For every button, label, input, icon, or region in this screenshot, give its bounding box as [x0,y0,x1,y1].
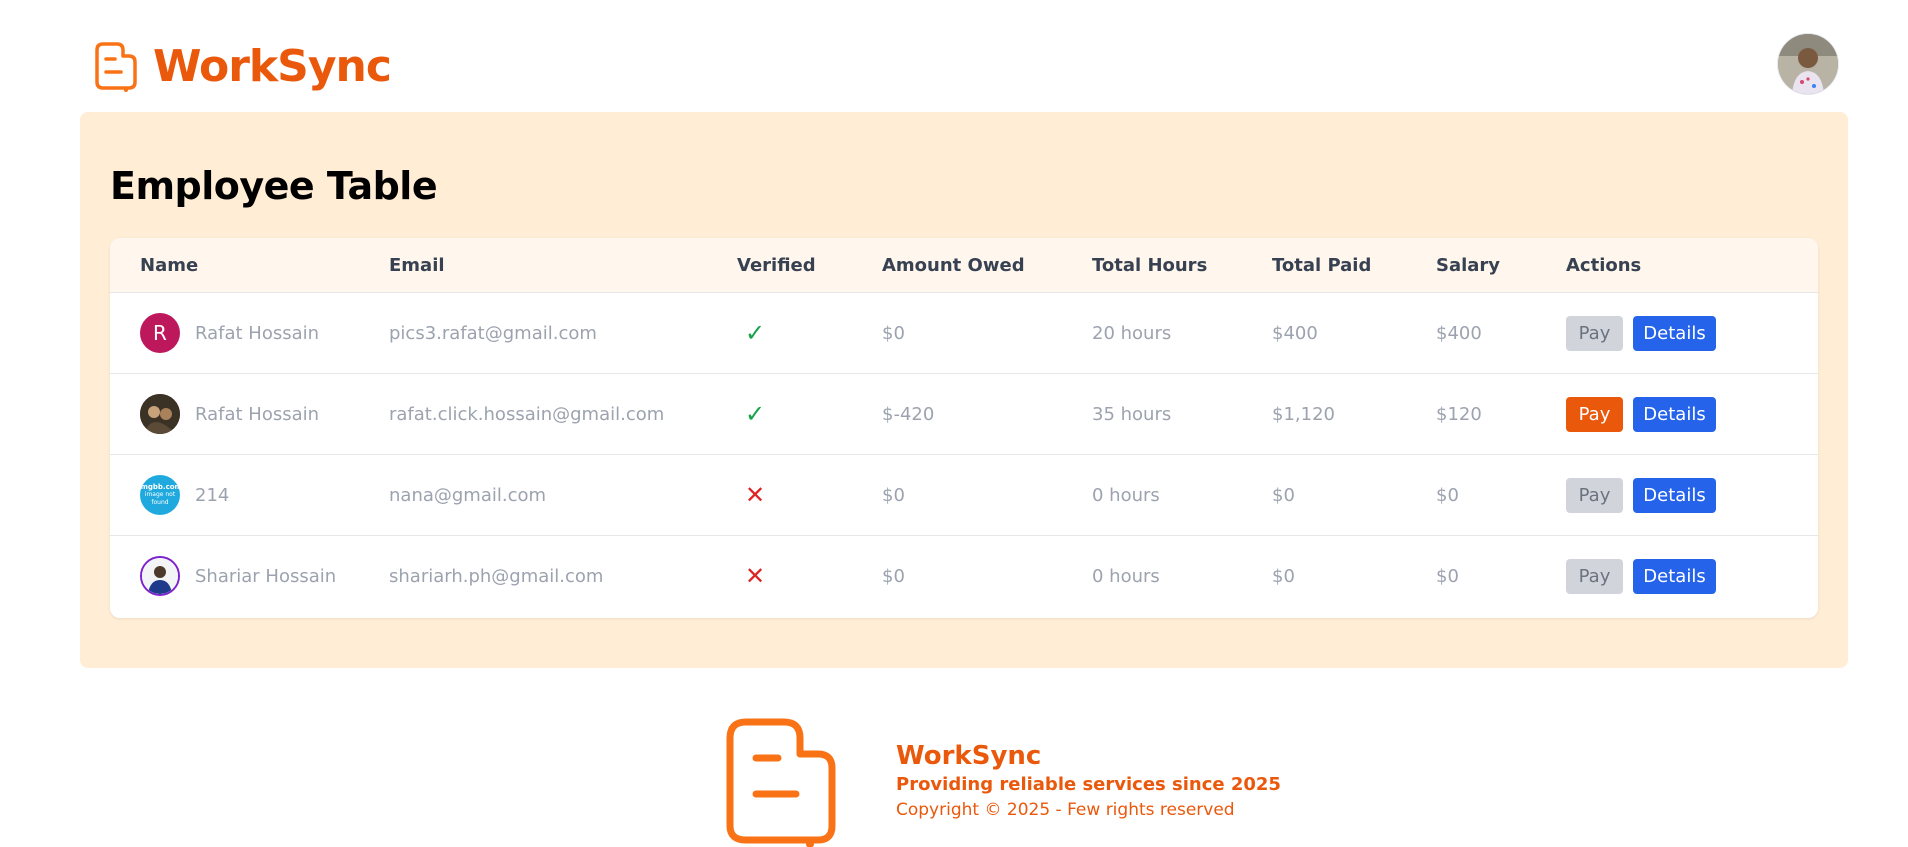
column-header-email: Email [389,254,445,276]
salary-cell: $120 [1436,403,1482,425]
salary-cell: $0 [1436,484,1459,506]
table-row: imgbb.com image not found 214 nana@gmail… [110,454,1818,535]
amount-owed-cell: $0 [882,322,905,344]
total-hours-cell: 20 hours [1092,322,1172,344]
employee-name: Rafat Hossain [195,322,320,344]
actions-cell: Pay Details [1566,315,1818,351]
pay-button[interactable]: Pay [1566,558,1623,594]
table-header-row: Name Email Verified Amount Owed Total Ho… [110,238,1818,292]
email-cell: shariarh.ph@gmail.com [389,565,604,587]
email-cell: rafat.click.hossain@gmail.com [389,403,665,425]
page-title: Employee Table [110,164,438,208]
column-header-amount-owed: Amount Owed [882,254,1025,276]
avatar [140,394,180,434]
unverified-cross-icon: ✕ [745,562,766,590]
footer-brand-name: WorkSync [896,741,1042,771]
employee-table: Name Email Verified Amount Owed Total Ho… [110,238,1818,618]
email-cell: pics3.rafat@gmail.com [389,322,597,344]
brand-name: WorkSync [153,41,392,92]
total-hours-cell: 0 hours [1092,484,1160,506]
column-header-total-paid: Total Paid [1272,254,1372,276]
pay-button[interactable]: Pay [1566,477,1623,513]
column-header-actions: Actions [1566,254,1642,276]
salary-cell: $0 [1436,565,1459,587]
name-cell: Shariar Hossain [110,556,389,596]
column-header-name: Name [140,254,199,276]
employee-name: Rafat Hossain [195,403,320,425]
employee-photo-icon [140,394,180,434]
footer: WorkSync Providing reliable services sin… [0,700,1908,847]
total-hours-cell: 35 hours [1092,403,1172,425]
employee-name: Shariar Hossain [195,565,337,587]
verified-check-icon: ✓ [745,400,766,428]
employee-name: 214 [195,484,230,506]
salary-cell: $400 [1436,322,1482,344]
table-row: Shariar Hossain shariarh.ph@gmail.com ✕ … [110,535,1818,616]
unverified-cross-icon: ✕ [745,481,766,509]
actions-cell: Pay Details [1566,396,1818,432]
footer-tagline: Providing reliable services since 2025 [896,774,1281,795]
details-button[interactable]: Details [1633,396,1716,432]
verified-check-icon: ✓ [745,319,766,347]
amount-owed-cell: $0 [882,484,905,506]
column-header-salary: Salary [1436,254,1501,276]
total-paid-cell: $1,120 [1272,403,1335,425]
total-paid-cell: $400 [1272,322,1318,344]
total-paid-cell: $0 [1272,565,1295,587]
amount-owed-cell: $0 [882,565,905,587]
details-button[interactable]: Details [1633,558,1716,594]
actions-cell: Pay Details [1566,558,1818,594]
footer-text: WorkSync Providing reliable services sin… [896,740,1281,822]
worksync-logo-icon [95,42,137,92]
avatar: R [140,313,180,353]
email-cell: nana@gmail.com [389,484,547,506]
total-hours-cell: 0 hours [1092,565,1160,587]
employee-photo-icon [142,558,178,594]
table-row: Rafat Hossain rafat.click.hossain@gmail.… [110,373,1818,454]
top-navbar: WorkSync [0,0,1908,112]
user-avatar[interactable] [1778,34,1838,94]
brand-link[interactable]: WorkSync [89,40,392,94]
pay-button[interactable]: Pay [1566,315,1623,351]
actions-cell: Pay Details [1566,477,1818,513]
avatar [140,556,180,596]
column-header-verified: Verified [737,254,816,276]
details-button[interactable]: Details [1633,477,1716,513]
total-paid-cell: $0 [1272,484,1295,506]
name-cell: Rafat Hossain [110,394,389,434]
details-button[interactable]: Details [1633,315,1716,351]
footer-copyright: Copyright © 2025 - Few rights reserved [896,800,1235,820]
avatar-text: imgbb.com [140,483,180,491]
avatar-subtext: image not found [144,491,176,506]
employee-panel: Employee Table Name Email Verified Amoun… [80,112,1848,668]
name-cell: imgbb.com image not found 214 [110,475,389,515]
avatar: imgbb.com image not found [140,475,180,515]
pay-button[interactable]: Pay [1566,396,1623,432]
amount-owed-cell: $-420 [882,403,935,425]
user-photo-icon [1778,34,1838,94]
worksync-footer-logo-icon [726,718,836,847]
column-header-total-hours: Total Hours [1092,254,1208,276]
name-cell: R Rafat Hossain [110,313,389,353]
table-row: R Rafat Hossain pics3.rafat@gmail.com ✓ … [110,292,1818,373]
